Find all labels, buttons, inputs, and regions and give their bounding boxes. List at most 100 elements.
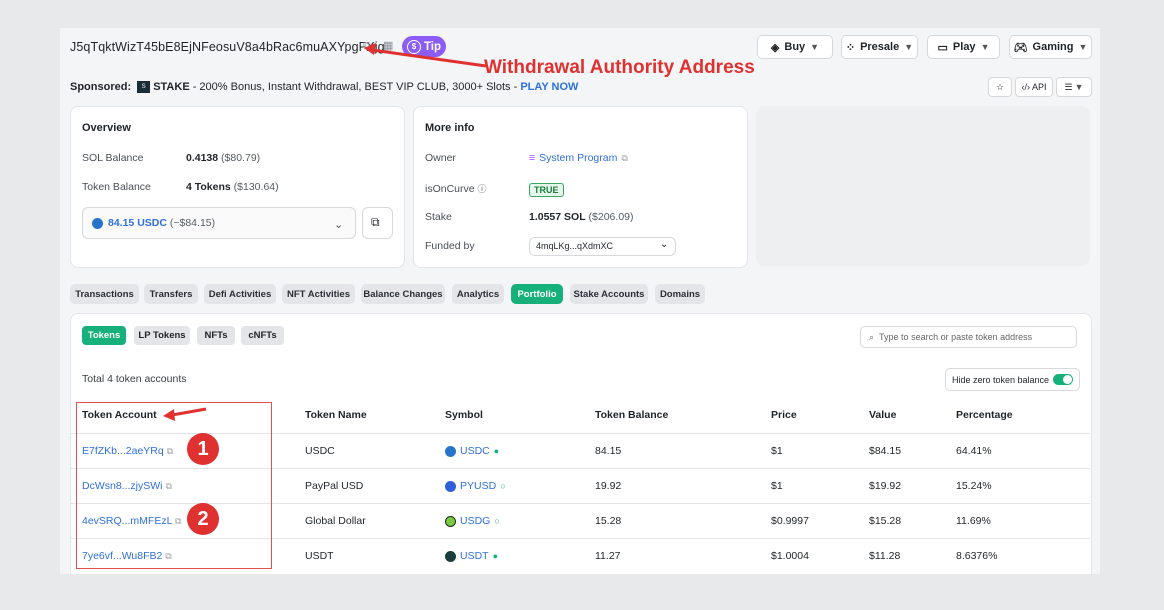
verified-outline-icon: ○: [500, 481, 506, 491]
star-icon: ☆: [995, 81, 1005, 92]
token-usd: ($130.64): [233, 181, 279, 193]
verified-icon: ●: [493, 446, 500, 456]
gaming-icon: 🎮︎: [1013, 41, 1028, 54]
api-button[interactable]: ‹/› API: [1015, 77, 1053, 97]
search-icon: ⌕: [869, 331, 875, 342]
annotation-arrow-table: [163, 407, 207, 421]
tab-transfers[interactable]: Transfers: [144, 284, 198, 304]
owner-label: Owner: [425, 152, 456, 164]
percentage-cell: 11.69%: [956, 515, 991, 527]
token-balance-value: 4 Tokens ($130.64): [186, 181, 279, 193]
sponsored-brand[interactable]: STAKE: [153, 81, 189, 93]
favorite-button[interactable]: ☆: [988, 77, 1012, 97]
more-info-card: More info Owner ≡ System Program ⧉ isOnC…: [413, 106, 748, 268]
total-token-accounts: Total 4 token accounts: [82, 373, 187, 385]
price-cell: $1.0004: [771, 550, 809, 562]
verified-icon: ●: [492, 551, 499, 561]
subtab-lp-tokens[interactable]: LP Tokens: [134, 326, 190, 345]
usdt-icon: [445, 550, 456, 562]
col-token-balance: Token Balance: [595, 409, 669, 421]
symbol-link[interactable]: PYUSD: [460, 480, 496, 492]
usdg-icon: [445, 515, 456, 527]
funded-by-dropdown[interactable]: 4mqLKg...qXdmXC ⌄: [529, 237, 676, 256]
isoncurve-value: TRUE: [529, 180, 564, 198]
copy-holdings-button[interactable]: ⧉: [362, 207, 393, 239]
tab-transactions[interactable]: Transactions: [70, 284, 139, 304]
usdc-icon: [445, 445, 456, 457]
tab-defi-activities[interactable]: Defi Activities: [204, 284, 276, 304]
token-name-cell: Global Dollar: [305, 515, 366, 527]
chevron-down-icon: ⌄: [660, 239, 669, 250]
symbol-link[interactable]: USDC: [460, 445, 490, 457]
col-percentage: Percentage: [956, 409, 1013, 421]
isoncurve-label: isOnCurve ⓘ: [425, 182, 487, 195]
subtab-tokens[interactable]: Tokens: [82, 326, 126, 345]
sponsored-banner: Sponsored: S STAKE - 200% Bonus, Instant …: [70, 81, 578, 94]
account-address: J5qTqktWizT45bE8EjNFeosuV8a4bRac6muAXYpg…: [70, 40, 385, 54]
nav-gaming-button[interactable]: 🎮︎ Gaming ▼: [1009, 35, 1092, 59]
sol-usd: ($80.79): [221, 152, 261, 164]
value-cell: $11.28: [869, 550, 901, 562]
hide-zero-balance-toggle[interactable]: Hide zero token balance: [945, 368, 1080, 391]
chevron-down-icon: ⌄: [334, 219, 344, 231]
stake-usd: ($206.09): [588, 211, 634, 223]
tab-portfolio[interactable]: Portfolio: [511, 284, 563, 304]
overview-card: Overview SOL Balance 0.4138 ($80.79) Tok…: [70, 106, 405, 268]
nav-play-label: Play: [952, 41, 976, 53]
nav-buy-button[interactable]: ◈ Buy ▼: [757, 35, 833, 59]
token-balance-label: Token Balance: [82, 181, 151, 193]
info-icon: ⓘ: [477, 184, 487, 194]
token-search-input[interactable]: ⌕ Type to search or paste token address: [860, 326, 1077, 348]
token-name-cell: PayPal USD: [305, 480, 364, 492]
presale-icon: ⁘: [845, 41, 856, 54]
sponsored-prefix: Sponsored:: [70, 81, 132, 93]
sol-balance-value: 0.4138 ($80.79): [186, 152, 260, 164]
symbol-cell: USDT ●: [445, 550, 498, 562]
token-holdings-dropdown[interactable]: 84.15 USDC (~$84.15) ⌄: [82, 207, 356, 239]
usdc-icon: [92, 218, 103, 229]
funded-by-label: Funded by: [425, 240, 475, 252]
value-cell: $19.92: [869, 480, 902, 492]
tab-balance-changes[interactable]: Balance Changes: [361, 284, 445, 304]
nav-buy-label: Buy: [784, 41, 806, 53]
marker-one: 1: [187, 433, 219, 465]
code-icon: ‹/›: [1021, 82, 1030, 92]
stake-label: Stake: [425, 211, 452, 223]
tab-analytics[interactable]: Analytics: [452, 284, 504, 304]
copy-icon: ⧉: [371, 215, 380, 229]
solana-icon: ≡: [529, 152, 536, 164]
page: J5qTqktWizT45bE8EjNFeosuV8a4bRac6muAXYpg…: [60, 28, 1100, 574]
chevron-down-icon: ▼: [980, 42, 990, 52]
owner-value: ≡ System Program ⧉: [529, 152, 628, 164]
symbol-cell: USDC ●: [445, 445, 499, 457]
col-value: Value: [869, 409, 897, 421]
sponsored-cta-link[interactable]: PLAY NOW: [520, 81, 578, 93]
symbol-link[interactable]: USDG: [460, 515, 490, 527]
col-price: Price: [771, 409, 797, 421]
tab-domains[interactable]: Domains: [655, 284, 705, 304]
stake-amount: 1.0557 SOL: [529, 211, 586, 223]
list-menu-button[interactable]: ☰ ▼: [1056, 77, 1092, 97]
token-holdings-value: 84.15 USDC (~$84.15): [108, 217, 215, 229]
token-balance-cell: 15.28: [595, 515, 622, 527]
verified-outline-icon: ○: [494, 516, 500, 526]
play-icon: ▭: [937, 41, 948, 54]
tab-nft-activities[interactable]: NFT Activities: [282, 284, 355, 304]
withdrawal-authority-annotation: Withdrawal Authority Address: [484, 57, 755, 78]
nav-gaming-label: Gaming: [1032, 41, 1074, 53]
subtab-cnfts[interactable]: cNFTs: [241, 326, 284, 345]
token-name-cell: USDT: [305, 550, 334, 562]
chevron-down-icon: ▼: [1074, 82, 1084, 92]
tab-stake-accounts[interactable]: Stake Accounts: [570, 284, 648, 304]
nav-play-button[interactable]: ▭ Play ▼: [927, 35, 1000, 59]
owner-link[interactable]: System Program: [539, 152, 617, 164]
overview-title: Overview: [82, 122, 131, 134]
copy-icon[interactable]: ⧉: [621, 153, 627, 164]
marker-two: 2: [187, 503, 219, 535]
token-balance-cell: 19.92: [595, 480, 622, 492]
token-balance-cell: 84.15: [595, 445, 622, 457]
toggle-switch[interactable]: [1053, 374, 1074, 385]
nav-presale-button[interactable]: ⁘ Presale ▼: [841, 35, 918, 59]
symbol-link[interactable]: USDT: [460, 550, 489, 562]
subtab-nfts[interactable]: NFTs: [197, 326, 235, 345]
